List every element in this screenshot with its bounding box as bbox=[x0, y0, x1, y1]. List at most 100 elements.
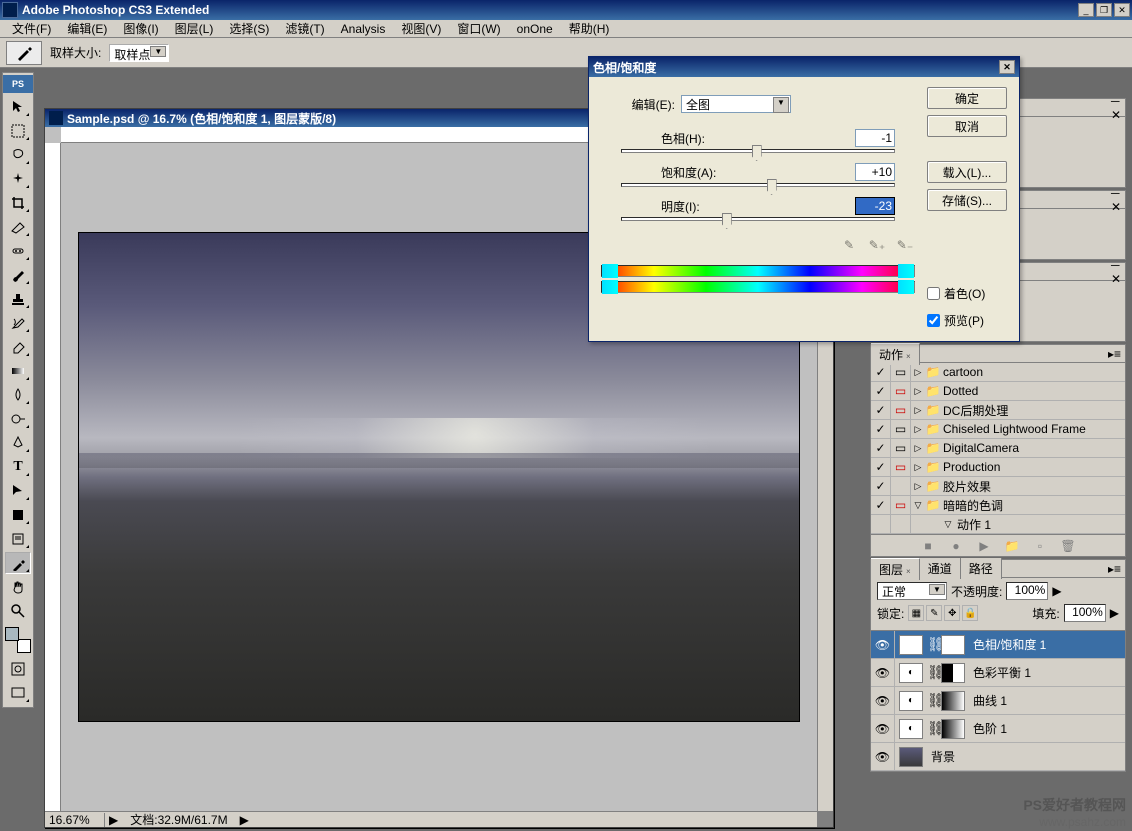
marquee-tool[interactable] bbox=[5, 120, 31, 142]
trash-icon[interactable]: 🗑 bbox=[1060, 538, 1076, 554]
foreground-color[interactable] bbox=[5, 627, 19, 641]
panel-menu-icon[interactable]: ─✕ bbox=[1107, 94, 1125, 122]
layer-thumb[interactable] bbox=[899, 747, 923, 767]
restore-button[interactable]: ❐ bbox=[1096, 3, 1112, 17]
menu-edit[interactable]: 编辑(E) bbox=[59, 19, 115, 38]
adjustment-thumb[interactable]: ◐ bbox=[899, 719, 923, 739]
vertical-ruler[interactable] bbox=[45, 143, 61, 811]
layer-row[interactable]: 👁◐⛓曲线 1 bbox=[871, 687, 1125, 715]
path-select-tool[interactable] bbox=[5, 480, 31, 502]
action-item[interactable]: ✓▭▷📁DC后期处理 bbox=[871, 401, 1125, 420]
pen-tool[interactable] bbox=[5, 432, 31, 454]
stop-icon[interactable]: ■ bbox=[920, 538, 936, 554]
eyedropper-minus-icon[interactable]: ✎₋ bbox=[895, 235, 915, 255]
expand-icon[interactable]: ▷ bbox=[911, 443, 925, 454]
colorize-checkbox[interactable] bbox=[927, 287, 940, 300]
toolbox-header[interactable]: PS bbox=[3, 75, 33, 93]
hue-slider[interactable] bbox=[621, 149, 895, 153]
action-dialog-toggle[interactable]: ▭ bbox=[891, 382, 911, 400]
layer-row[interactable]: 👁◐⛓色阶 1 bbox=[871, 715, 1125, 743]
type-tool[interactable]: T bbox=[5, 456, 31, 478]
opacity-flyout-icon[interactable]: ▶ bbox=[1052, 584, 1061, 598]
channels-tab[interactable]: 通道 bbox=[920, 558, 961, 579]
panel-menu-icon[interactable]: ▸≡ bbox=[1104, 562, 1125, 576]
link-icon[interactable]: ⛓ bbox=[927, 636, 937, 653]
visibility-toggle[interactable]: 👁 bbox=[871, 743, 895, 770]
edit-dropdown[interactable]: 全图 bbox=[681, 95, 791, 113]
fill-flyout-icon[interactable]: ▶ bbox=[1110, 606, 1119, 620]
preview-checkbox[interactable] bbox=[927, 314, 940, 327]
layers-tab[interactable]: 图层× bbox=[871, 558, 920, 580]
expand-icon[interactable]: ▷ bbox=[911, 386, 925, 397]
load-button[interactable]: 载入(L)... bbox=[927, 161, 1007, 183]
layer-row[interactable]: 👁◐⛓色彩平衡 1 bbox=[871, 659, 1125, 687]
move-tool[interactable] bbox=[5, 96, 31, 118]
saturation-slider[interactable] bbox=[621, 183, 895, 187]
lock-all-icon[interactable]: 🔒 bbox=[962, 605, 978, 621]
dialog-close-button[interactable]: ✕ bbox=[999, 60, 1015, 74]
action-item[interactable]: ✓▭▷📁Dotted bbox=[871, 382, 1125, 401]
eyedropper-plus-icon[interactable]: ✎₊ bbox=[867, 235, 887, 255]
color-swatches[interactable] bbox=[5, 627, 31, 653]
panel-menu-icon[interactable]: ▸≡ bbox=[1104, 347, 1125, 361]
paths-tab[interactable]: 路径 bbox=[961, 558, 1002, 579]
opacity-input[interactable]: 100% bbox=[1006, 582, 1048, 600]
cancel-button[interactable]: 取消 bbox=[927, 115, 1007, 137]
saturation-input[interactable] bbox=[855, 163, 895, 181]
notes-tool[interactable] bbox=[5, 528, 31, 550]
lightness-slider[interactable] bbox=[621, 217, 895, 221]
adjustment-thumb[interactable]: ◐ bbox=[899, 635, 923, 655]
action-dialog-toggle[interactable]: ▭ bbox=[891, 496, 911, 514]
blend-mode-dropdown[interactable]: 正常 bbox=[877, 582, 947, 600]
menu-view[interactable]: 视图(V) bbox=[393, 19, 449, 38]
visibility-toggle[interactable]: 👁 bbox=[871, 659, 895, 686]
tool-preset-picker[interactable] bbox=[6, 41, 42, 65]
menu-filter[interactable]: 滤镜(T) bbox=[277, 19, 332, 38]
menu-window[interactable]: 窗口(W) bbox=[449, 19, 508, 38]
action-toggle-checkbox[interactable]: ✓ bbox=[871, 458, 891, 476]
brush-tool[interactable] bbox=[5, 264, 31, 286]
hand-tool[interactable] bbox=[5, 576, 31, 598]
action-toggle-checkbox[interactable]: ✓ bbox=[871, 363, 891, 381]
dialog-titlebar[interactable]: 色相/饱和度 ✕ bbox=[589, 57, 1019, 77]
layer-mask-thumb[interactable] bbox=[941, 691, 965, 711]
visibility-toggle[interactable]: 👁 bbox=[871, 631, 895, 658]
menu-layer[interactable]: 图层(L) bbox=[167, 19, 222, 38]
action-dialog-toggle[interactable]: ▭ bbox=[891, 458, 911, 476]
hue-spectrum-bottom[interactable] bbox=[601, 281, 915, 293]
action-dialog-toggle[interactable]: ▭ bbox=[891, 363, 911, 381]
lock-move-icon[interactable]: ✥ bbox=[944, 605, 960, 621]
link-icon[interactable]: ⛓ bbox=[927, 720, 937, 737]
action-toggle-checkbox[interactable]: ✓ bbox=[871, 477, 891, 495]
adjustment-thumb[interactable]: ◐ bbox=[899, 663, 923, 683]
layer-mask-thumb[interactable] bbox=[941, 635, 965, 655]
close-button[interactable]: ✕ bbox=[1114, 3, 1130, 17]
eyedropper-tool[interactable] bbox=[5, 552, 31, 574]
action-item[interactable]: ✓▭▷📁Chiseled Lightwood Frame bbox=[871, 420, 1125, 439]
action-item[interactable]: ✓▷📁胶片效果 bbox=[871, 477, 1125, 496]
action-item[interactable]: ✓▭▷📁cartoon bbox=[871, 363, 1125, 382]
new-action-icon[interactable]: ▫ bbox=[1032, 538, 1048, 554]
menu-file[interactable]: 文件(F) bbox=[4, 19, 59, 38]
fill-input[interactable]: 100% bbox=[1064, 604, 1106, 622]
lightness-input[interactable] bbox=[855, 197, 895, 215]
action-item[interactable]: ✓▭▽📁暗暗的色调 bbox=[871, 496, 1125, 515]
expand-icon[interactable]: ▷ bbox=[911, 462, 925, 473]
screen-mode-toggle[interactable] bbox=[5, 682, 31, 704]
menu-image[interactable]: 图像(I) bbox=[115, 19, 166, 38]
history-brush-tool[interactable] bbox=[5, 312, 31, 334]
heal-tool[interactable] bbox=[5, 240, 31, 262]
menu-select[interactable]: 选择(S) bbox=[221, 19, 277, 38]
link-icon[interactable]: ⛓ bbox=[927, 664, 937, 681]
action-toggle-checkbox[interactable]: ✓ bbox=[871, 420, 891, 438]
sample-size-dropdown[interactable]: 取样点 bbox=[109, 44, 169, 62]
expand-icon[interactable]: ▽ bbox=[911, 500, 925, 511]
wand-tool[interactable] bbox=[5, 168, 31, 190]
layer-mask-thumb[interactable] bbox=[941, 719, 965, 739]
link-icon[interactable]: ⛓ bbox=[927, 692, 937, 709]
expand-icon[interactable]: ▷ bbox=[911, 424, 925, 435]
action-toggle-checkbox[interactable]: ✓ bbox=[871, 401, 891, 419]
visibility-toggle[interactable]: 👁 bbox=[871, 715, 895, 742]
menu-onone[interactable]: onOne bbox=[509, 21, 561, 37]
eyedropper-icon[interactable]: ✎ bbox=[839, 235, 859, 255]
